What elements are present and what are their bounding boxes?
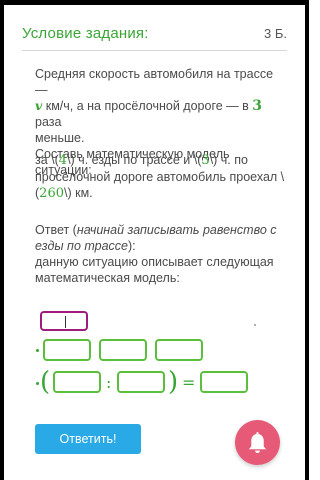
factor-number: 3 [252,98,262,114]
hours-highway: 4 [58,153,68,168]
condition-part-d: \) км. [64,186,93,200]
top-strip [0,0,309,5]
notification-fab[interactable] [235,420,280,465]
multiply-dot-1 [36,349,39,352]
problem-line-2b: раза [35,115,62,129]
text-cursor [65,316,66,328]
problem-line-2a: км/ч, а на просёлочной дороге — в [42,99,253,113]
hours-country: 3 [201,153,210,168]
hint-prefix: Ответ ( [35,223,77,237]
condition-part-b: \) ч. езды по трассе и \( [67,153,202,167]
answer-input-5[interactable] [53,371,101,393]
stray-dot [254,324,256,326]
answer-input-3[interactable] [99,339,147,361]
condition-part-a: за \( [35,153,59,167]
answer-hint: Ответ (начинай записывать равенство с ез… [35,222,285,286]
bell-icon [248,431,267,454]
answer-input-6[interactable] [117,371,165,393]
submit-answer-button[interactable]: Ответить! [35,424,141,454]
right-paren: ) [168,367,179,397]
problem-line-1: Средняя скорость автомобиля на трассе — [35,67,274,97]
multiply-dot-2 [36,382,39,385]
condition-text: за \(4\) ч. езды по трассе и \(3\) ч. по… [35,152,285,202]
problem-line-3: меньше. [35,131,85,145]
task-title: Условие задания: [22,24,149,42]
task-points: 3 Б. [264,25,287,41]
hint-suffix: ): [128,239,136,253]
left-frame-edge [0,0,4,480]
task-header: Условие задания: 3 Б. [22,20,287,51]
answer-input-1[interactable] [40,311,88,331]
answer-input-2[interactable] [43,339,91,361]
right-frame-edge [305,0,309,480]
equals-sign: = [182,373,196,392]
division-colon: : [106,373,112,392]
answer-input-7[interactable] [200,371,248,393]
left-paren: ( [40,367,51,397]
hint-rest: данную ситуацию описывает следующая мате… [35,255,274,285]
distance: 260 [39,186,64,201]
answer-input-4[interactable] [155,339,203,361]
